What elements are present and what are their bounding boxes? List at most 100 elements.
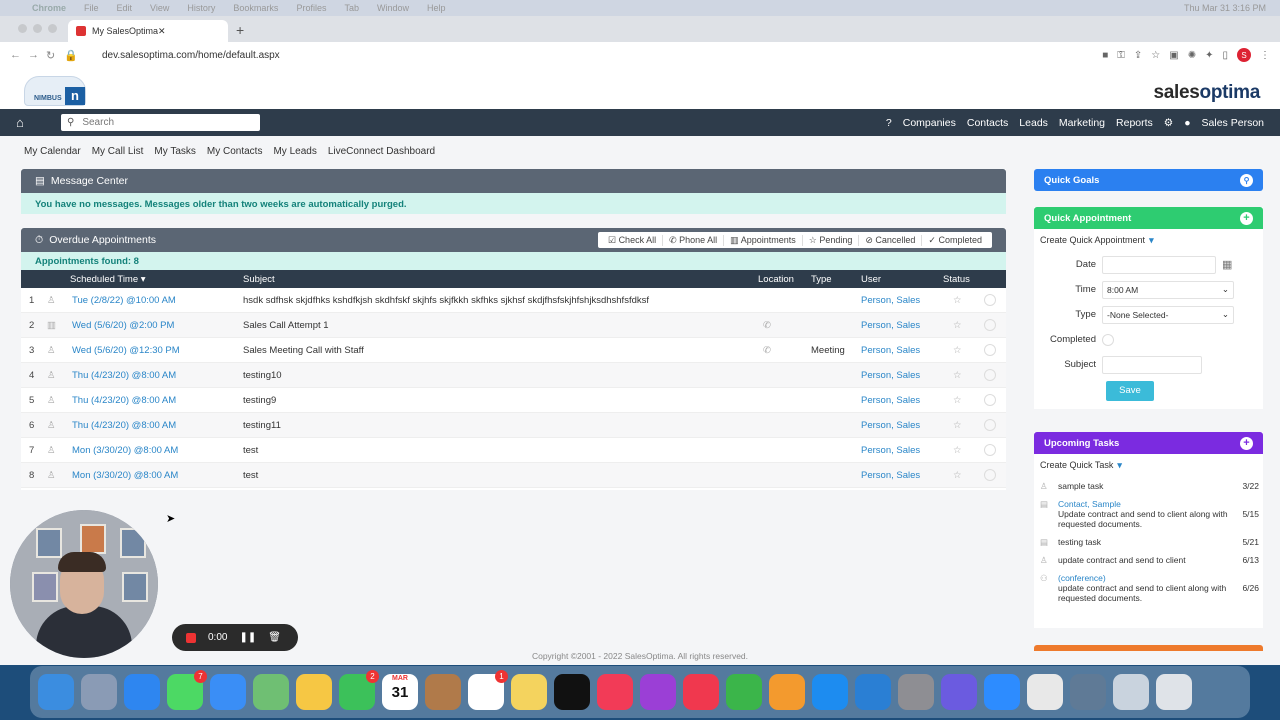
task-link[interactable]: (conference) [1058,573,1233,583]
downloads-icon[interactable] [1113,674,1149,710]
keynote-icon[interactable] [855,674,891,710]
create-quick-task[interactable]: Create Quick Task ▾ [1034,454,1263,477]
star-icon[interactable]: ☆ [953,445,962,456]
search-icon[interactable]: ⚲ [1240,173,1253,187]
table-row[interactable]: 7 ♙ Mon (3/30/20) @8:00 AM test Person, Sale… [21,438,1006,463]
task-item[interactable]: ▤ testing task 5/21 [1034,537,1263,547]
window-controls[interactable] [18,24,57,33]
new-tab-icon[interactable]: + [236,22,244,38]
menu-help[interactable]: Help [427,3,446,13]
status-toggle[interactable] [984,419,996,431]
phone-icon[interactable]: ✆ [763,345,771,356]
podcasts-icon[interactable] [640,674,676,710]
table-row[interactable]: 8 ♙ Mon (3/30/20) @8:00 AM test Person, Sale… [21,463,1006,488]
table-row[interactable]: 3 ♙ Wed (5/6/20) @12:30 PM Sales Meeting Ca… [21,338,1006,363]
scheduled-time-link[interactable]: Thu (4/23/20) @8:00 AM [72,420,176,431]
scheduled-time-link[interactable]: Mon (3/30/20) @8:00 AM [72,470,178,481]
user-link[interactable]: Person, Sales [861,320,920,331]
nimbus-logo[interactable]: NIMBUS n [24,76,86,106]
scheduled-time-link[interactable]: Mon (3/30/20) @8:00 AM [72,445,178,456]
user-link[interactable]: Person, Sales [861,370,920,381]
task-item[interactable]: ⚇ (conference) update contract and send to… [1034,573,1263,603]
menu-dots-icon[interactable]: ⋮ [1260,50,1270,61]
menu-bookmarks[interactable]: Bookmarks [233,3,278,13]
completed-toggle[interactable] [1102,333,1114,346]
calendar-icon[interactable]: MAR 31 [382,674,418,710]
pause-icon[interactable]: ❚❚ [239,632,256,643]
status-toggle[interactable] [984,344,996,356]
subnav-my-calendar[interactable]: My Calendar [24,146,81,157]
launchpad-icon[interactable] [81,674,117,710]
scheduled-time-link[interactable]: Wed (5/6/20) @12:30 PM [72,345,180,356]
puzzle-icon[interactable]: ✦ [1205,50,1213,61]
back-icon[interactable]: ← [10,49,28,61]
news-icon[interactable] [683,674,719,710]
nav-contacts[interactable]: Contacts [967,117,1008,129]
mail-icon[interactable] [210,674,246,710]
sidebar-icon[interactable]: ▯ [1222,50,1228,61]
table-row[interactable]: 4 ♙ Thu (4/23/20) @8:00 AM testing10 Person,… [21,363,1006,388]
create-quick-appointment[interactable]: Create Quick Appointment ▾ [1034,229,1263,252]
task-item[interactable]: ♙ update contract and send to client 6/13 [1034,555,1263,565]
webcam-overlay[interactable] [10,510,158,658]
nav-marketing[interactable]: Marketing [1059,117,1105,129]
task-item[interactable]: ♙ sample task 3/22 [1034,481,1263,491]
date-input[interactable] [1102,255,1216,274]
subnav-my-call-list[interactable]: My Call List [92,146,144,157]
menu-file[interactable]: File [84,3,99,13]
gear-icon[interactable]: ⚙ [1164,117,1173,129]
extension-icon[interactable]: ✺ [1188,50,1196,61]
contacts-icon[interactable] [425,674,461,710]
nav-leads[interactable]: Leads [1019,117,1048,129]
add-icon[interactable]: + [1240,436,1253,450]
filter-phone-all[interactable]: ✆ Phone All [663,234,725,246]
forward-icon[interactable]: → [28,49,46,61]
table-row[interactable]: 2 ▥ Wed (5/6/20) @2:00 PM Sales Call Attemp… [21,313,1006,338]
extension-icon[interactable]: ▣ [1169,50,1178,61]
user-link[interactable]: Person, Sales [861,420,920,431]
extension-app-icon[interactable] [941,674,977,710]
star-icon[interactable]: ☆ [953,320,962,331]
user-link[interactable]: Person, Sales [861,445,920,456]
status-toggle[interactable] [984,319,996,331]
star-icon[interactable]: ☆ [953,395,962,406]
stop-record-icon[interactable] [186,632,196,643]
status-toggle[interactable] [984,294,996,306]
table-row[interactable]: 5 ♙ Thu (4/23/20) @8:00 AM testing9 Person, … [21,388,1006,413]
filter-cancelled[interactable]: ⊘ Cancelled [859,234,923,246]
menu-tab[interactable]: Tab [344,3,359,13]
status-toggle[interactable] [984,444,996,456]
menu-view[interactable]: View [150,3,169,13]
calendar-icon[interactable]: ▦ [1222,258,1232,271]
filter-check-all[interactable]: ☑ Check All [602,234,664,246]
nav-companies[interactable]: Companies [903,117,956,129]
filter-appointments[interactable]: ▥ Appointments [724,234,803,246]
trash-bin-icon[interactable] [1156,674,1192,710]
help-icon[interactable]: ? [886,117,892,129]
save-button[interactable]: Save [1106,381,1154,401]
key-icon[interactable]: ⚿ [1117,50,1125,61]
filter-pending[interactable]: ☆ Pending [803,234,860,246]
numbers-icon[interactable] [726,674,762,710]
lock-icon[interactable]: 🔒 [64,49,82,62]
time-select[interactable]: 8:00 AM ⌄ [1102,280,1234,299]
nav-user[interactable]: Sales Person [1202,117,1264,129]
photos-icon[interactable] [296,674,332,710]
task-item[interactable]: ▤ Contact, Sample Update contract and send… [1034,499,1263,529]
apple-tv-icon[interactable] [554,674,590,710]
subnav-my-tasks[interactable]: My Tasks [154,146,196,157]
app-store-icon[interactable] [812,674,848,710]
menu-history[interactable]: History [187,3,215,13]
facetime-icon[interactable]: 2 [339,670,379,710]
subnav-my-contacts[interactable]: My Contacts [207,146,263,157]
phone-icon[interactable]: ✆ [763,320,771,331]
star-icon[interactable]: ☆ [953,470,962,481]
star-icon[interactable]: ☆ [953,420,962,431]
safari-icon[interactable] [124,674,160,710]
subnav-liveconnect[interactable]: LiveConnect Dashboard [328,146,435,157]
quick-goals[interactable]: Quick Goals ⚲ [1034,169,1263,191]
profile-avatar[interactable]: S [1237,48,1251,62]
chrome-icon[interactable] [1027,674,1063,710]
salesoptima-logo[interactable]: salesoptima [1153,82,1260,104]
home-icon[interactable]: ⌂ [16,115,46,130]
